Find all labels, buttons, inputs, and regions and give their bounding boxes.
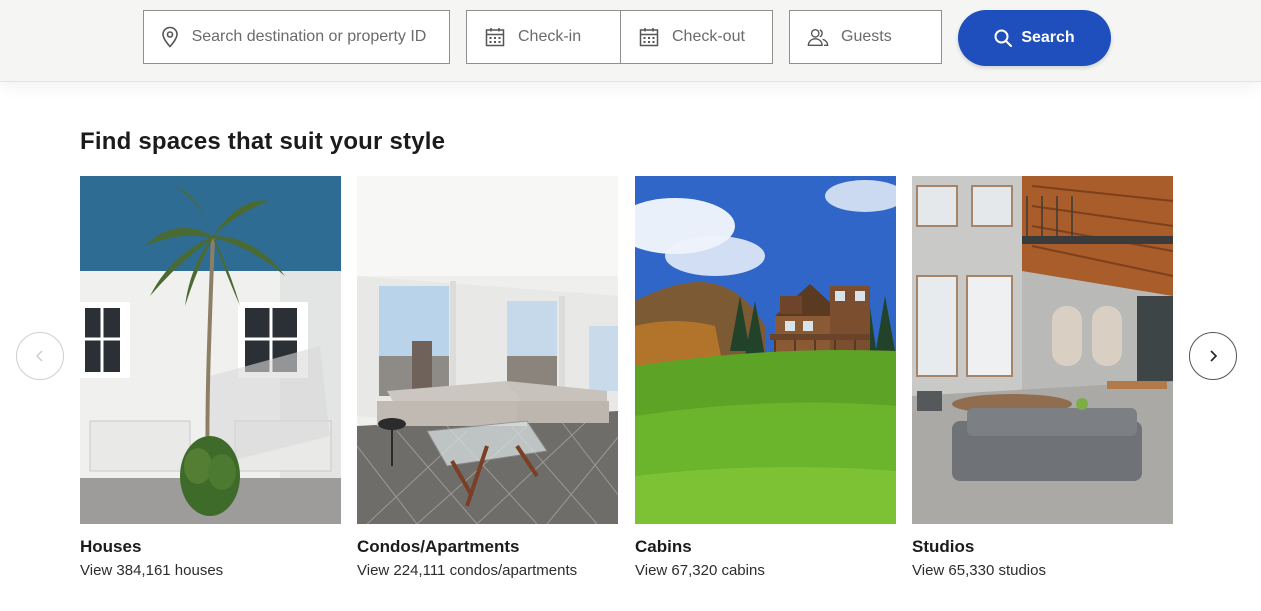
card-subtitle: View 65,330 studios <box>912 562 1046 579</box>
card-subtitle: View 67,320 cabins <box>635 562 765 579</box>
checkin-field[interactable]: Check-in <box>466 10 621 64</box>
search-button[interactable]: Search <box>958 10 1111 66</box>
checkout-label: Check-out <box>672 28 745 45</box>
calendar-icon <box>484 26 506 48</box>
card-title: Cabins <box>635 537 692 556</box>
search-icon <box>994 29 1013 47</box>
map-pin-icon <box>161 26 180 48</box>
houses-photo <box>80 176 341 524</box>
search-button-label: Search <box>1021 29 1075 46</box>
cabins-photo <box>635 176 896 524</box>
search-bar: Check-in Check-out Guests Search <box>0 0 1261 82</box>
destination-input[interactable] <box>191 28 449 46</box>
category-card-studios[interactable]: Studios View 65,330 studios <box>912 176 1173 579</box>
checkin-label: Check-in <box>518 28 582 45</box>
destination-field[interactable] <box>143 10 450 64</box>
section-heading: Find spaces that suit your style <box>80 128 446 155</box>
chevron-right-icon <box>1207 349 1219 363</box>
card-title: Studios <box>912 537 975 556</box>
carousel-prev-button[interactable] <box>16 332 64 380</box>
calendar-icon <box>638 26 660 48</box>
users-icon <box>807 26 829 48</box>
checkout-field[interactable]: Check-out <box>620 10 773 64</box>
category-card-cabins[interactable]: Cabins View 67,320 cabins <box>635 176 896 579</box>
category-card-houses[interactable]: Houses View 384,161 houses <box>80 176 341 579</box>
studios-photo <box>912 176 1173 524</box>
card-title: Houses <box>80 537 142 556</box>
card-subtitle: View 384,161 houses <box>80 562 224 579</box>
chevron-left-icon <box>34 349 46 363</box>
guests-label: Guests <box>841 28 892 45</box>
category-card-condos-apartments[interactable]: Condos/Apartments View 224,111 condos/ap… <box>357 176 618 579</box>
card-subtitle: View 224,111 condos/apartments <box>357 562 578 579</box>
condos-apartments-photo <box>357 176 618 524</box>
guests-field[interactable]: Guests <box>789 10 942 64</box>
carousel-next-button[interactable] <box>1189 332 1237 380</box>
card-title: Condos/Apartments <box>357 537 520 556</box>
